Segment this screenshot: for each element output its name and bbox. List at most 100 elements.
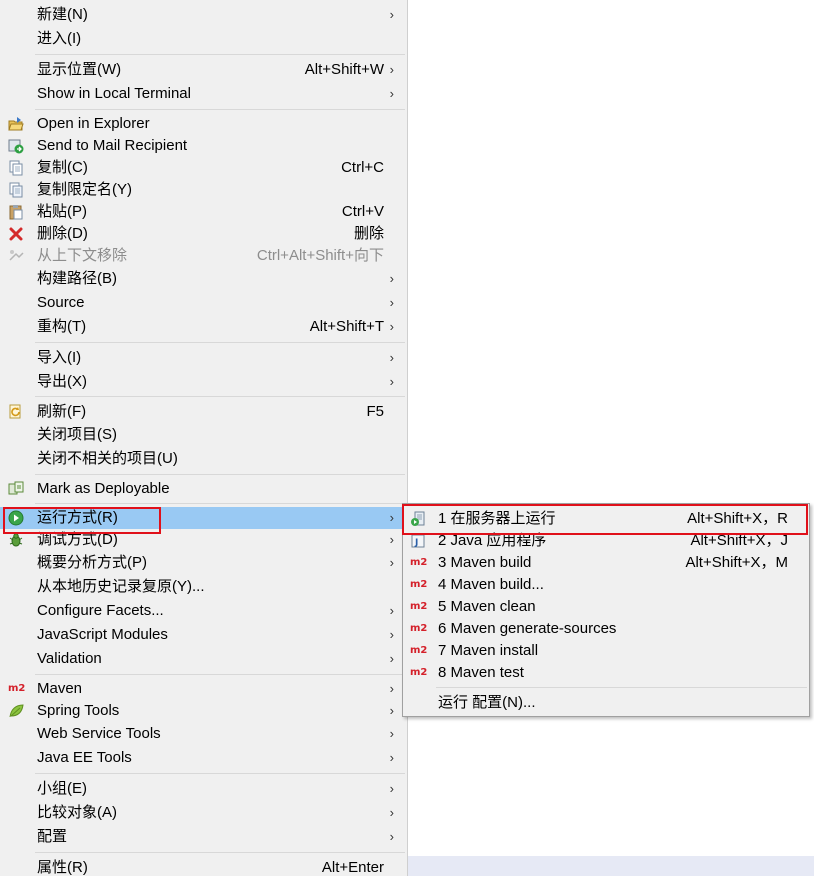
menu-separator [35,474,405,475]
context-menu: 新建(N) › 进入(I) 显示位置(W) Alt+Shift+W › Show… [0,0,408,876]
menu-item-label: 重构(T) [37,318,87,335]
submenu-arrow-icon: › [389,555,394,570]
submenu-item-run-configurations[interactable]: 运行 配置(N)... [403,692,809,714]
menu-item-configure-facets[interactable]: Configure Facets... › [0,600,407,622]
submenu-arrow-icon: › [389,295,394,310]
submenu-item-maven-build-dots[interactable]: m2 4 Maven build... [403,574,809,596]
menu-item-shortcut: F5 [366,403,384,420]
menu-separator [35,773,405,774]
submenu-arrow-icon: › [389,781,394,796]
submenu-arrow-icon: › [389,62,394,77]
menu-item-new[interactable]: 新建(N) › [0,4,407,26]
menu-item-label: 比较对象(A) [37,804,117,821]
menu-item-javascript-modules[interactable]: JavaScript Modules › [0,624,407,646]
submenu-item-maven-clean[interactable]: m2 5 Maven clean [403,596,809,618]
submenu-arrow-icon: › [389,726,394,741]
submenu-arrow-icon: › [389,805,394,820]
submenu-item-maven-build[interactable]: m2 3 Maven build Alt+Shift+X，M [403,552,809,574]
menu-item-label: 配置 [37,828,68,845]
maven-m2-icon: m2 [410,579,428,590]
menu-item-copy[interactable]: 复制(C) Ctrl+C [0,157,407,179]
copy-qualified-name-icon [8,182,24,198]
submenu-arrow-icon: › [389,374,394,389]
menu-item-restore-from-local-history[interactable]: 从本地历史记录复原(Y)... [0,576,407,598]
menu-item-show-in-local-terminal[interactable]: Show in Local Terminal › [0,83,407,105]
menu-item-debug-as[interactable]: 调试方式(D) › [0,529,407,551]
java-app-icon: J [410,533,426,549]
submenu-arrow-icon: › [389,271,394,286]
menu-item-import[interactable]: 导入(I) › [0,347,407,369]
menu-item-label: 删除(D) [37,225,88,242]
submenu-item-java-application[interactable]: J 2 Java 应用程序 Alt+Shift+X，J [403,530,809,552]
menu-item-configure[interactable]: 配置 › [0,826,407,848]
menu-item-label: 新建(N) [37,6,88,23]
menu-separator [436,687,807,688]
menu-item-open-in-explorer[interactable]: Open in Explorer [0,113,407,135]
menu-item-java-ee-tools[interactable]: Java EE Tools › [0,747,407,769]
menu-item-compare-with[interactable]: 比较对象(A) › [0,802,407,824]
remove-from-context-icon [8,248,24,264]
submenu-arrow-icon: › [389,86,394,101]
menu-item-label: 复制限定名(Y) [37,181,132,198]
submenu-arrow-icon: › [389,627,394,642]
submenu-item-maven-install[interactable]: m2 7 Maven install [403,640,809,662]
submenu-arrow-icon: › [389,350,394,365]
menu-item-spring-tools[interactable]: Spring Tools › [0,700,407,722]
submenu-item-maven-test[interactable]: m2 8 Maven test [403,662,809,684]
menu-item-close-unrelated-projects[interactable]: 关闭不相关的项目(U) [0,448,407,470]
menu-item-label: Web Service Tools [37,725,161,742]
paste-icon [8,204,24,220]
menu-item-label: Configure Facets... [37,602,164,619]
background-editor-area [408,856,814,876]
menu-item-close-project[interactable]: 关闭项目(S) [0,424,407,446]
menu-item-label: 从上下文移除 [37,247,128,264]
menu-item-export[interactable]: 导出(X) › [0,371,407,393]
menu-item-label: 调试方式(D) [37,531,118,548]
submenu-item-maven-generate-sources[interactable]: m2 6 Maven generate-sources [403,618,809,640]
submenu-arrow-icon: › [389,319,394,334]
menu-item-copy-qualified-name[interactable]: 复制限定名(Y) [0,179,407,201]
menu-item-label: Open in Explorer [37,115,150,132]
menu-item-mark-as-deployable[interactable]: Mark as Deployable [0,478,407,500]
menu-item-maven[interactable]: m2 Maven › [0,678,407,700]
menu-item-validation[interactable]: Validation › [0,648,407,670]
submenu-item-shortcut: Alt+Shift+X，J [690,532,788,549]
menu-item-shortcut: Alt+Shift+W [304,61,384,78]
menu-item-build-path[interactable]: 构建路径(B) › [0,268,407,290]
menu-item-refresh[interactable]: 刷新(F) F5 [0,401,407,423]
menu-item-source[interactable]: Source › [0,292,407,314]
menu-item-label: Validation [37,650,102,667]
submenu-arrow-icon: › [389,532,394,547]
menu-item-team[interactable]: 小组(E) › [0,778,407,800]
menu-item-refactor[interactable]: 重构(T) Alt+Shift+T › [0,316,407,338]
menu-item-label: 从本地历史记录复原(Y)... [37,578,205,595]
menu-item-show-in[interactable]: 显示位置(W) Alt+Shift+W › [0,59,407,81]
menu-item-label: 导入(I) [37,349,82,366]
menu-item-profile-as[interactable]: 概要分析方式(P) › [0,552,407,574]
menu-item-web-service-tools[interactable]: Web Service Tools › [0,723,407,745]
menu-item-label: 显示位置(W) [37,61,122,78]
submenu-item-label: 运行 配置(N)... [438,694,536,711]
maven-m2-icon: m2 [8,683,26,694]
maven-m2-icon: m2 [410,557,428,568]
menu-item-shortcut: Alt+Shift+T [309,318,384,335]
menu-item-delete[interactable]: 删除(D) 删除 [0,223,407,245]
run-on-server-icon [410,511,426,527]
menu-item-run-as[interactable]: 运行方式(R) › [0,507,407,529]
submenu-arrow-icon: › [389,829,394,844]
maven-m2-icon: m2 [410,645,428,656]
submenu-arrow-icon: › [389,651,394,666]
menu-item-go-into[interactable]: 进入(I) [0,28,407,50]
submenu-item-run-on-server[interactable]: 1 在服务器上运行 Alt+Shift+X，R [403,508,809,530]
menu-item-label: 复制(C) [37,159,88,176]
menu-item-paste[interactable]: 粘贴(P) Ctrl+V [0,201,407,223]
submenu-item-label: 5 Maven clean [438,598,536,615]
menu-item-shortcut: Ctrl+V [341,203,384,220]
menu-item-label: Show in Local Terminal [37,85,191,102]
menu-item-label: Java EE Tools [37,749,132,766]
submenu-item-label: 3 Maven build [438,554,532,571]
submenu-arrow-icon: › [389,750,394,765]
menu-item-label: JavaScript Modules [37,626,168,643]
menu-item-send-to-mail[interactable]: Send to Mail Recipient [0,135,407,157]
menu-item-label: 关闭不相关的项目(U) [37,450,178,467]
